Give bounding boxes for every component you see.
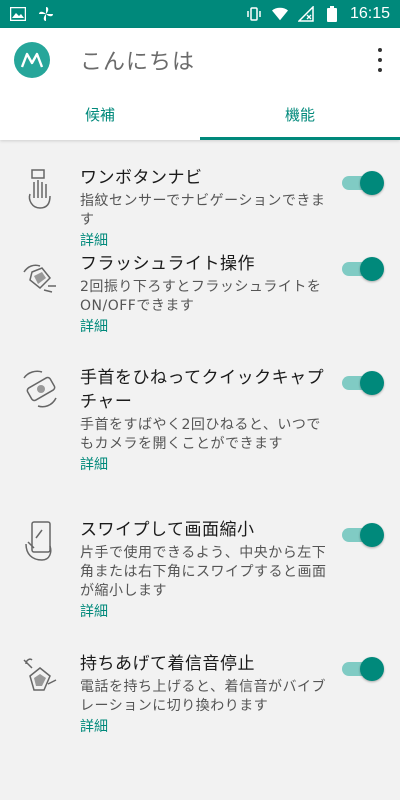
feature-item-swipe-shrink: スワイプして画面縮小 片手で使用できるよう、中央から左下角または右下角にスワイプ… <box>0 512 400 646</box>
feature-item-one-button-nav: ワンボタンナビ 指紋センサーでナビゲーションできます 詳細 <box>0 140 400 249</box>
status-time: 16:15 <box>349 5 390 22</box>
feature-title: スワイプして画面縮小 <box>80 520 255 540</box>
feature-description: 2回振り下ろすとフラッシュライトをON/OFFできます <box>80 279 322 314</box>
tab-bar: 候補 機能 <box>0 88 400 140</box>
image-icon <box>10 6 26 22</box>
feature-item-flashlight: フラッシュライト操作 2回振り下ろすとフラッシュライトをON/OFFできます 詳… <box>0 248 400 362</box>
tab-suggestions[interactable]: 候補 <box>0 88 200 140</box>
toggle-knob <box>360 171 384 195</box>
details-link[interactable]: 詳細 <box>80 717 330 737</box>
feature-toggle[interactable] <box>342 371 384 395</box>
no-signal-icon <box>297 6 314 22</box>
feature-title: 手首をひねってクイックキャプチャー <box>80 368 325 412</box>
vibrate-icon <box>246 6 262 22</box>
pickup-mute-icon <box>16 652 64 700</box>
feature-toggle[interactable] <box>342 171 384 195</box>
app-bar: こんにちは 候補 機能 <box>0 28 400 140</box>
fan-icon <box>38 6 54 22</box>
feature-description: 手首をすばやく2回ひねると、いつでもカメラを開くことができます <box>80 417 321 452</box>
battery-icon <box>324 6 340 22</box>
fingerprint-hand-icon <box>16 166 64 214</box>
toggle-knob <box>360 257 384 281</box>
feature-list: ワンボタンナビ 指紋センサーでナビゲーションできます 詳細 フラッシュライト操作… <box>0 140 400 766</box>
feature-description: 指紋センサーでナビゲーションできます <box>80 193 326 228</box>
details-link[interactable]: 詳細 <box>80 455 330 475</box>
feature-item-quick-capture: 手首をひねってクイックキャプチャー 手首をすばやく2回ひねると、いつでもカメラを… <box>0 362 400 512</box>
flashlight-chop-icon <box>16 254 64 302</box>
feature-title: ワンボタンナビ <box>80 168 203 188</box>
twist-camera-icon <box>16 366 64 414</box>
wifi-icon <box>271 6 288 22</box>
feature-title: フラッシュライト操作 <box>80 254 255 274</box>
tab-features[interactable]: 機能 <box>200 88 400 140</box>
page-title: こんにちは <box>80 50 196 75</box>
feature-item-pickup-mute: 持ちあげて着信音停止 電話を持ち上げると、着信音がバイブレーションに切り換わりま… <box>0 646 400 766</box>
details-link[interactable]: 詳細 <box>80 317 330 337</box>
details-link[interactable]: 詳細 <box>80 602 330 622</box>
feature-toggle[interactable] <box>342 523 384 547</box>
feature-toggle[interactable] <box>342 657 384 681</box>
toggle-knob <box>360 371 384 395</box>
feature-toggle[interactable] <box>342 257 384 281</box>
feature-title: 持ちあげて着信音停止 <box>80 654 255 674</box>
status-bar: 16:15 <box>0 0 400 28</box>
more-vert-icon[interactable] <box>376 48 384 72</box>
toggle-knob <box>360 657 384 681</box>
motorola-logo <box>14 42 50 78</box>
feature-description: 電話を持ち上げると、着信音がバイブレーションに切り換わります <box>80 679 326 714</box>
swipe-shrink-icon <box>16 518 64 566</box>
toggle-knob <box>360 523 384 547</box>
feature-description: 片手で使用できるよう、中央から左下角または右下角にスワイプすると画面が縮小します <box>80 545 327 599</box>
